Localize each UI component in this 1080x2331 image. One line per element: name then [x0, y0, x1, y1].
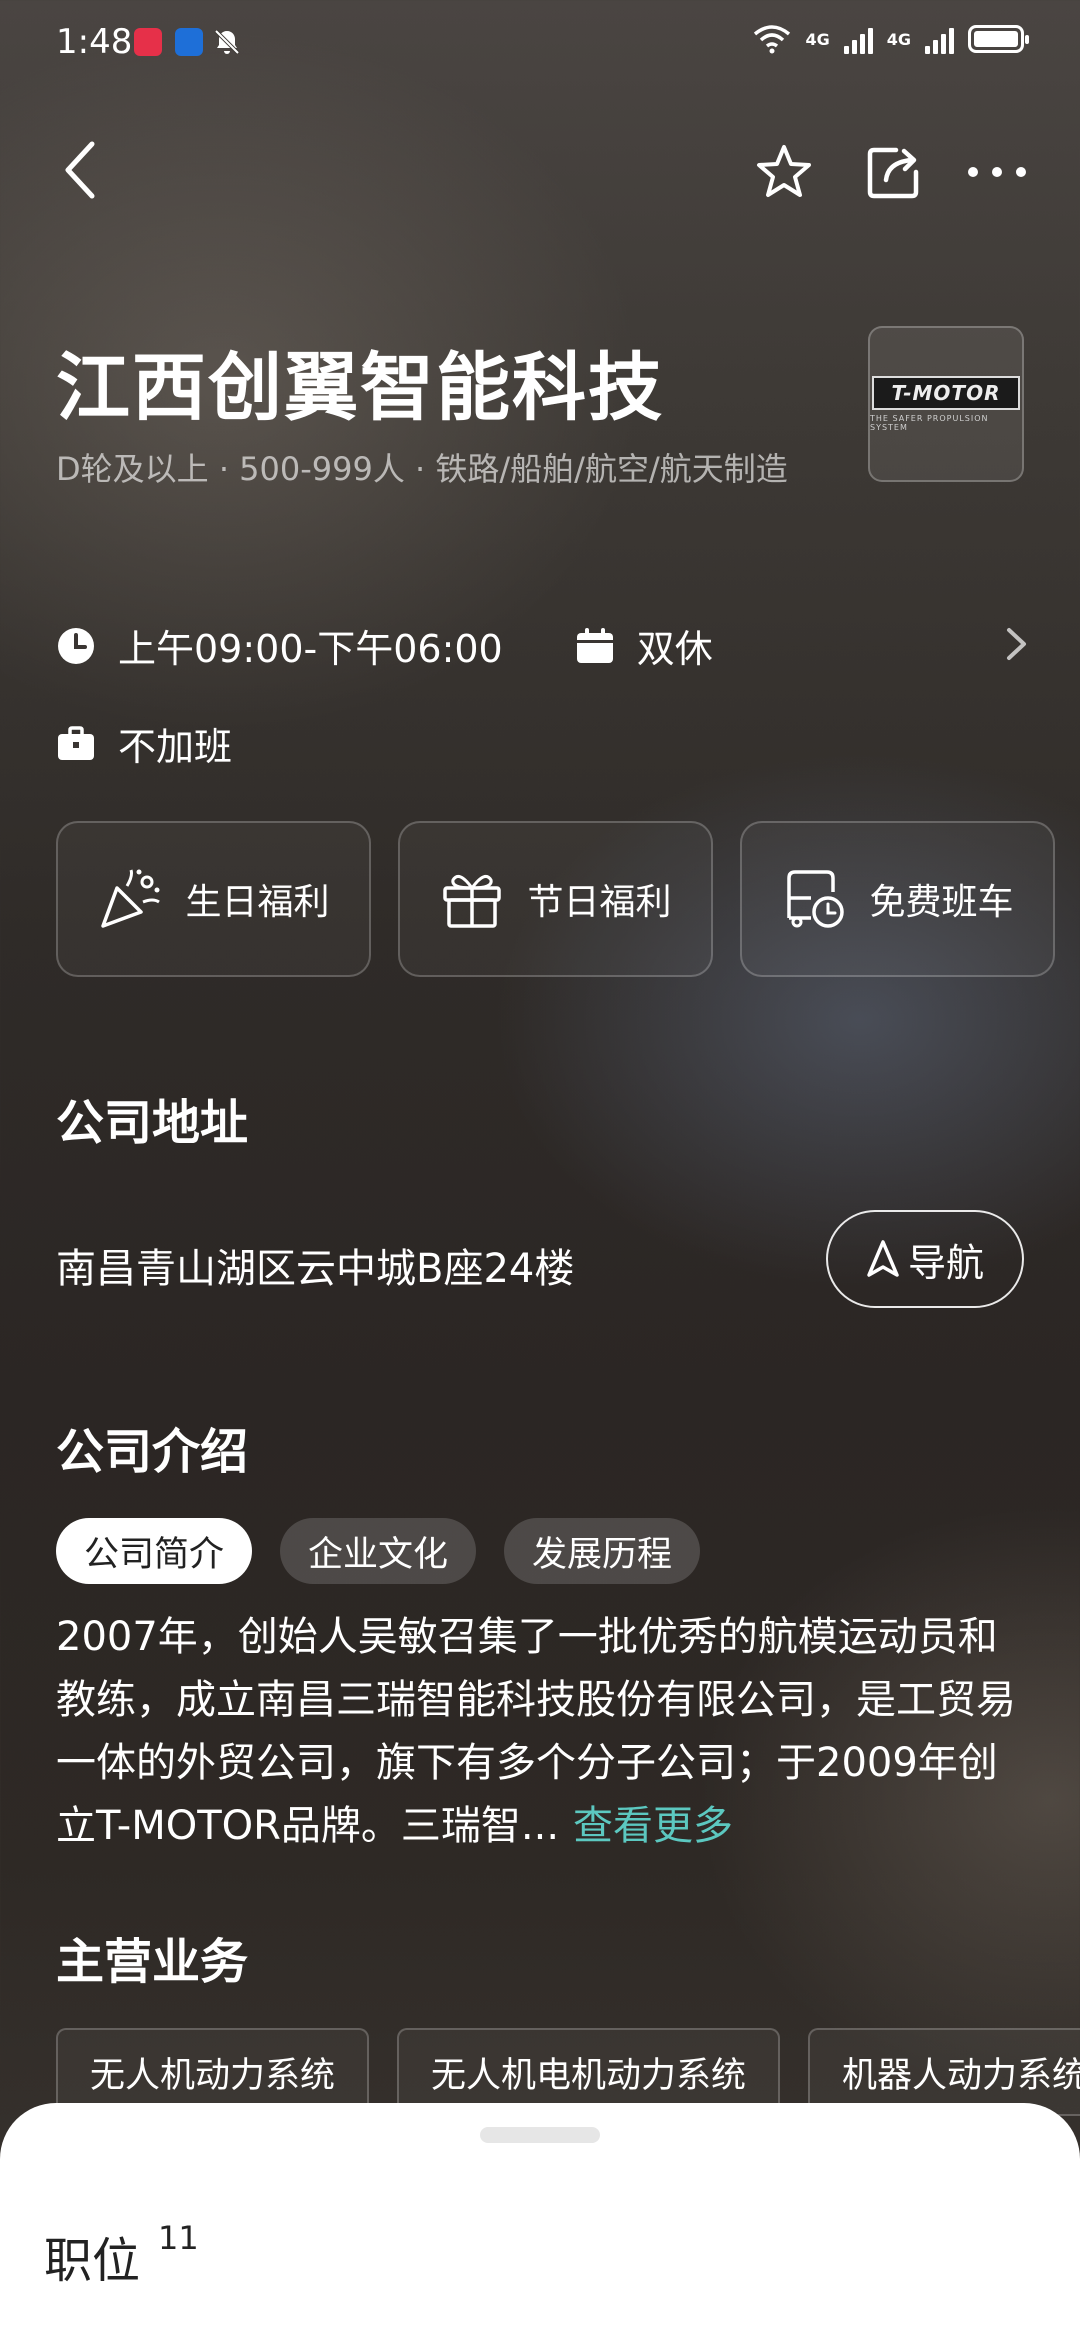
bell-muted-icon: [214, 29, 240, 55]
app-notification-icon: [134, 28, 162, 56]
navigate-label: 导航: [907, 1240, 984, 1285]
address-section-title: 公司地址: [56, 1095, 249, 1151]
chevron-right-icon[interactable]: [996, 624, 1036, 664]
intro-tabs: 公司简介 企业文化 发展历程: [56, 1518, 701, 1584]
business-section-title: 主营业务: [56, 1934, 249, 1990]
overtime-policy: 不加班: [118, 725, 233, 769]
share-button[interactable]: [862, 140, 926, 204]
benefit-label: 生日福利: [185, 882, 330, 923]
tab-company-profile[interactable]: 公司简介: [56, 1518, 253, 1584]
company-meta: D轮及以上 · 500-999人 · 铁路/船舶/航空/航天制造: [56, 450, 788, 488]
network-type-label: 4G: [886, 29, 911, 49]
work-schedule-row[interactable]: 上午09:00-下午06:00 双休: [56, 618, 713, 673]
status-time: 1:48: [56, 22, 133, 62]
jobs-bottom-sheet[interactable]: 职位 11: [0, 2103, 1080, 2331]
battery-icon: [968, 25, 1029, 53]
benefit-card-birthday[interactable]: 生日福利: [56, 821, 371, 977]
signal-icon: [843, 24, 873, 54]
clock-icon: [56, 626, 96, 666]
company-name: 江西创翼智能科技: [56, 345, 664, 431]
gift-icon: [443, 874, 502, 928]
benefit-card-holiday[interactable]: 节日福利: [398, 821, 713, 977]
jobs-count: 11: [158, 2219, 199, 2257]
navigation-arrow-icon: [867, 1240, 899, 1277]
intro-text: 2007年，创始人吴敏召集了一批优秀的航模运动员和教练，成立南昌三瑞智能科技股份…: [56, 1614, 1016, 1849]
work-hours: 上午09:00-下午06:00: [118, 627, 503, 671]
briefcase-icon: [56, 724, 96, 764]
benefit-card-shuttle[interactable]: 免费班车: [740, 821, 1055, 977]
status-indicators: 4G 4G: [753, 24, 1029, 54]
jobs-title: 职位: [44, 2233, 141, 2289]
party-popper-icon: [101, 869, 161, 928]
tab-corporate-culture[interactable]: 企业文化: [280, 1518, 477, 1584]
intro-paragraph: 2007年，创始人吴敏召集了一批优秀的航模运动员和教练，成立南昌三瑞智能科技股份…: [56, 1606, 1036, 1858]
see-more-link[interactable]: 查看更多: [573, 1803, 733, 1849]
wifi-icon: [754, 25, 791, 54]
favorite-button[interactable]: [752, 140, 816, 204]
more-icon: [968, 167, 1026, 177]
navigate-button[interactable]: 导航: [826, 1210, 1024, 1308]
calendar-icon: [575, 626, 615, 666]
company-address[interactable]: 南昌青山湖区云中城B座24楼: [56, 1236, 574, 1294]
back-button[interactable]: [50, 140, 110, 200]
app-notification-icon: [175, 28, 203, 56]
rest-days: 双休: [636, 627, 713, 671]
intro-section-title: 公司介绍: [56, 1424, 249, 1480]
logo-wordmark: T-MOTOR: [872, 376, 1020, 410]
star-icon: [757, 145, 811, 197]
network-type-label: 4G: [805, 29, 830, 49]
shuttle-bus-icon: [787, 870, 845, 928]
share-icon: [867, 147, 919, 199]
benefit-label: 节日福利: [527, 882, 672, 923]
company-logo[interactable]: T-MOTOR THE SAFER PROPULSION SYSTEM: [868, 326, 1024, 482]
overtime-row: 不加班: [56, 716, 232, 771]
status-bar: 1:48 4G 4G: [0, 0, 1080, 86]
more-options-button[interactable]: [962, 140, 1032, 204]
benefit-label: 免费班车: [869, 882, 1014, 923]
logo-tagline: THE SAFER PROPULSION SYSTEM: [870, 414, 989, 432]
sheet-drag-handle[interactable]: [480, 2127, 600, 2143]
tab-development-history[interactable]: 发展历程: [504, 1518, 701, 1584]
chevron-left-icon: [65, 141, 95, 199]
signal-icon: [925, 24, 954, 54]
